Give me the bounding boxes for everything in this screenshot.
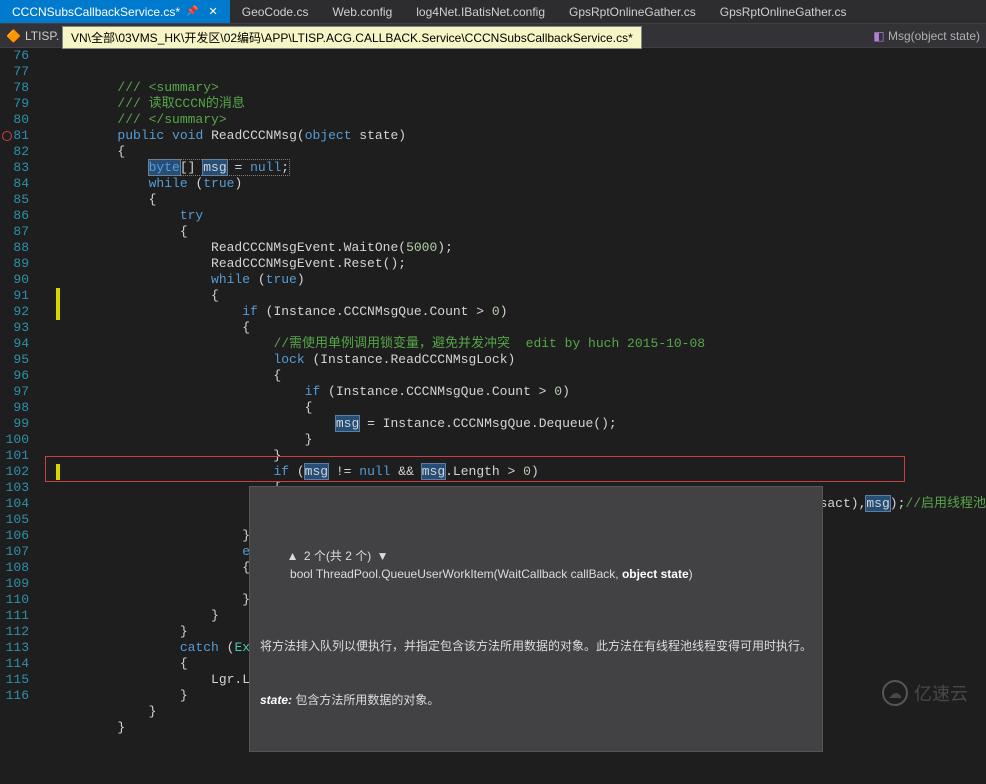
line-number: 92 [0, 304, 29, 320]
line-number: 100 [0, 432, 29, 448]
code-line[interactable]: { [55, 368, 986, 384]
code-line[interactable]: while (true) [55, 176, 986, 192]
line-number: 99 [0, 416, 29, 432]
line-number: 88 [0, 240, 29, 256]
line-number: 106 [0, 528, 29, 544]
line-number: 79 [0, 96, 29, 112]
line-number: 90 [0, 272, 29, 288]
line-number: 93 [0, 320, 29, 336]
line-number: 107 [0, 544, 29, 560]
code-line[interactable]: msg = Instance.CCCNMsgQue.Dequeue(); [55, 416, 986, 432]
class-icon: 🔶 [6, 29, 21, 43]
line-number: 77 [0, 64, 29, 80]
line-number: 108 [0, 560, 29, 576]
breadcrumb: 🔶 LTISP. VN\全部\03VMS_HK\开发区\02编码\APP\LTI… [0, 24, 986, 48]
tooltip-nav[interactable]: ▲ 2 个(共 2 个) ▼ [287, 547, 389, 565]
line-number: 110 [0, 592, 29, 608]
code-line[interactable]: try [55, 208, 986, 224]
line-number: 95 [0, 352, 29, 368]
line-number: 113 [0, 640, 29, 656]
signature-tooltip: ▲ 2 个(共 2 个) ▼ bool ThreadPool.QueueUser… [249, 486, 823, 752]
path-tooltip: VN\全部\03VMS_HK\开发区\02编码\APP\LTISP.ACG.CA… [62, 26, 642, 49]
line-number: 78 [0, 80, 29, 96]
line-number: 98 [0, 400, 29, 416]
watermark-icon: ☁ [882, 680, 908, 706]
line-number: 84 [0, 176, 29, 192]
code-line[interactable]: { [55, 400, 986, 416]
line-number: 116 [0, 688, 29, 704]
code-line[interactable]: if (Instance.CCCNMsgQue.Count > 0) [55, 384, 986, 400]
breadcrumb-method[interactable]: ◧ Msg(object state) [873, 29, 980, 43]
line-number: 94 [0, 336, 29, 352]
line-number: 82 [0, 144, 29, 160]
code-line[interactable]: /// <summary> [55, 80, 986, 96]
tab[interactable]: Web.config [320, 0, 404, 23]
code-line[interactable]: { [55, 224, 986, 240]
line-number: 85 [0, 192, 29, 208]
code-line[interactable]: { [55, 144, 986, 160]
breadcrumb-class[interactable]: LTISP. [25, 29, 59, 43]
tab[interactable]: log4Net.IBatisNet.config [404, 0, 557, 23]
code-line[interactable]: //需使用单例调用锁变量，避免并发冲突 edit by huch 2015-10… [55, 336, 986, 352]
code-line[interactable]: { [55, 288, 986, 304]
code-line[interactable]: ReadCCCNMsgEvent.Reset(); [55, 256, 986, 272]
line-number: 91 [0, 288, 29, 304]
tab[interactable]: GeoCode.cs [230, 0, 321, 23]
line-gutter: 7677787980818283848586878889909192939495… [0, 48, 37, 716]
watermark: ☁ 亿速云 [882, 680, 968, 706]
line-number: 104 [0, 496, 29, 512]
line-number: 86 [0, 208, 29, 224]
line-number: 80 [0, 112, 29, 128]
line-number: 87 [0, 224, 29, 240]
line-number: 97 [0, 384, 29, 400]
line-number: 102 [0, 464, 29, 480]
code-line[interactable]: public void ReadCCCNMsg(object state) [55, 128, 986, 144]
line-number: 101 [0, 448, 29, 464]
method-icon: ◧ [873, 29, 884, 43]
line-number: 109 [0, 576, 29, 592]
line-number: 103 [0, 480, 29, 496]
tooltip-description: 将方法排入队列以便执行，并指定包含该方法所用数据的对象。此方法在有线程池线程变得… [260, 637, 812, 655]
tab[interactable]: GpsRptOnlineGather.cs [708, 0, 859, 23]
line-number: 114 [0, 656, 29, 672]
code-line[interactable]: /// </summary> [55, 112, 986, 128]
pin-icon[interactable]: 📌 [186, 6, 198, 17]
line-number: 83 [0, 160, 29, 176]
tab-bar: CCCNSubsCallbackService.cs* 📌 ✕ GeoCode.… [0, 0, 986, 24]
line-number: 115 [0, 672, 29, 688]
code-line[interactable]: } [55, 448, 986, 464]
code-line[interactable]: byte[] msg = null; [55, 160, 986, 176]
code-line[interactable]: } [55, 432, 986, 448]
tab-label: CCCNSubsCallbackService.cs* [12, 5, 180, 19]
code-line[interactable]: while (true) [55, 272, 986, 288]
tab[interactable]: GpsRptOnlineGather.cs [557, 0, 708, 23]
code-area[interactable]: /// <summary> /// 读取CCCN的消息 /// </summar… [37, 48, 986, 716]
code-line[interactable]: ReadCCCNMsgEvent.WaitOne(5000); [55, 240, 986, 256]
breakpoint-icon[interactable] [2, 131, 12, 141]
code-editor[interactable]: 7677787980818283848586878889909192939495… [0, 48, 986, 716]
line-number: 89 [0, 256, 29, 272]
line-number: 76 [0, 48, 29, 64]
code-line[interactable]: { [55, 192, 986, 208]
close-icon[interactable]: ✕ [209, 5, 218, 18]
code-line[interactable]: { [55, 320, 986, 336]
line-number: 111 [0, 608, 29, 624]
line-number: 112 [0, 624, 29, 640]
code-line[interactable]: lock (Instance.ReadCCCNMsgLock) [55, 352, 986, 368]
line-number: 96 [0, 368, 29, 384]
code-line[interactable]: if (msg != null && msg.Length > 0) [55, 464, 986, 480]
line-number: 105 [0, 512, 29, 528]
code-line[interactable]: if (Instance.CCCNMsgQue.Count > 0) [55, 304, 986, 320]
code-line[interactable]: /// 读取CCCN的消息 [55, 96, 986, 112]
tab-active[interactable]: CCCNSubsCallbackService.cs* 📌 ✕ [0, 0, 230, 23]
